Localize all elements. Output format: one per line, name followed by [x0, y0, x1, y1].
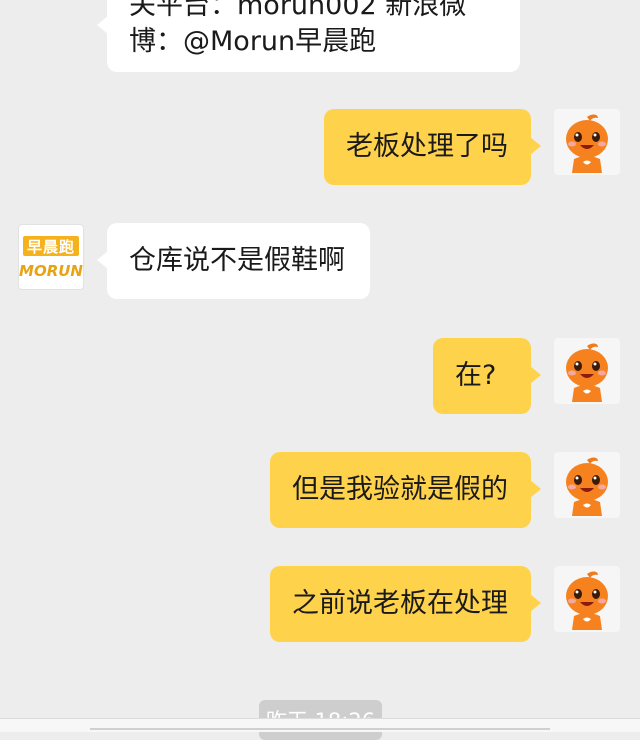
orange-mascot-icon: [566, 571, 608, 630]
message-bubble-outgoing[interactable]: 老板处理了吗: [324, 109, 541, 185]
orange-mascot-icon: [566, 114, 608, 173]
brand-logo-text-bottom: MORUN: [19, 262, 83, 280]
message-bubble-outgoing[interactable]: 在?: [433, 338, 541, 414]
self-avatar[interactable]: [554, 109, 620, 175]
brand-logo-text-top: 早晨跑: [23, 236, 79, 256]
self-avatar[interactable]: [554, 566, 620, 632]
message-bubble-outgoing[interactable]: 但是我验就是假的: [270, 452, 541, 528]
orange-mascot-icon: [566, 457, 608, 516]
message-text: 但是我验就是假的: [292, 474, 508, 505]
shop-avatar[interactable]: 早晨跑 MORUN: [18, 224, 84, 290]
self-avatar[interactable]: [554, 452, 620, 518]
message-bubble-incoming[interactable]: 关平台：morun002 新浪微 博：@Morun早晨跑: [97, 0, 520, 72]
message-bubble-incoming[interactable]: 仓库说不是假鞋啊: [97, 223, 370, 299]
message-text: 老板处理了吗: [346, 131, 508, 162]
message-text-line: 博：@Morun早晨跑: [129, 26, 377, 57]
message-text: 仓库说不是假鞋啊: [129, 245, 345, 276]
message-bubble-outgoing[interactable]: 之前说老板在处理: [270, 566, 541, 642]
message-text: 在?: [455, 360, 497, 391]
self-avatar[interactable]: [554, 338, 620, 404]
input-divider: [90, 728, 550, 730]
message-text-line: 关平台：morun002 新浪微: [129, 0, 467, 21]
orange-mascot-icon: [566, 343, 608, 402]
message-text: 之前说老板在处理: [292, 588, 508, 619]
